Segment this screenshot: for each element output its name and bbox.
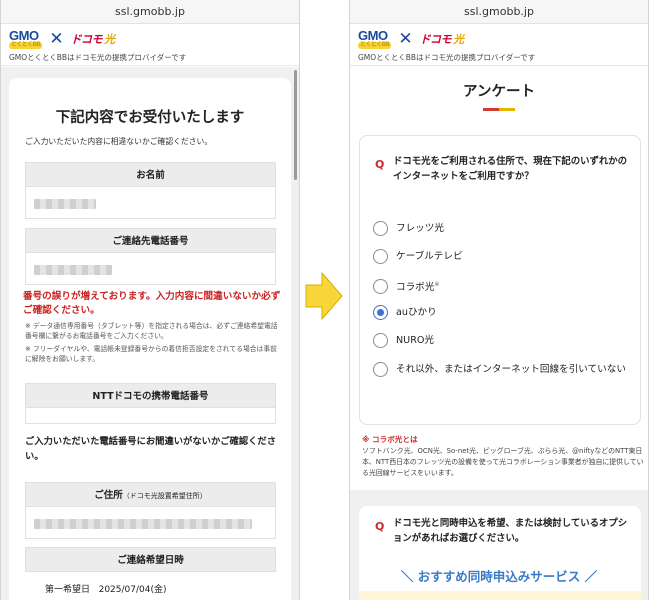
question-1-text: ドコモ光をご利用される住所で、現在下記のいずれかのインターネットをご利用ですか？ [393, 156, 628, 182]
hikari-logo: 光 [453, 33, 465, 46]
blurred-address [34, 519, 252, 529]
site-header: GMO とくとくBB ✕ ドコモ 光 GMOとくとくBBはドコモ光の提携プロバイダ… [1, 24, 299, 66]
gmo-logo: GMO とくとくBB [358, 27, 392, 49]
name-label: お名前 [25, 162, 276, 187]
note-data-number: ※ データ通信専用番号（タブレット等）を指定される場合は、必ずご連絡希望電話番号… [25, 322, 278, 340]
address-value [25, 507, 276, 539]
hikari-logo: 光 [104, 33, 116, 46]
times-icon: ✕ [398, 29, 413, 49]
radio-icon[interactable] [373, 249, 388, 264]
date-label: ご連絡希望日時 [25, 547, 276, 572]
collab-footnote-text: ソフトバンク光、OCN光、So-net光、ビッグローブ光、ぷらら光、@nifty… [362, 447, 644, 477]
site-header: GMO とくとくBB ✕ ドコモ 光 GMOとくとくBBはドコモ光の提携プロバイダ… [350, 24, 648, 66]
address-label: ご住所（ドコモ光設置希望住所） [25, 482, 276, 507]
option-nuro[interactable]: NURO光 [373, 333, 635, 348]
docomo-phone-label: NTTドコモの携帯電話番号 [25, 383, 276, 408]
first-date-value: 2025/07/04(金) [98, 585, 167, 595]
phone-value [25, 253, 276, 285]
option-other[interactable]: それ以外、またはインターネット回線を引いていない [373, 362, 635, 377]
blurred-name [34, 199, 96, 209]
logo-group[interactable]: GMO とくとくBB ✕ ドコモ 光 [358, 27, 465, 49]
recommend-strip [359, 591, 641, 600]
radio-icon[interactable] [373, 333, 388, 348]
radio-icon[interactable] [373, 362, 388, 377]
radio-icon[interactable] [373, 221, 388, 236]
collab-footnote-title: ※ コラボ光とは [362, 435, 418, 444]
url-bar[interactable]: ssl.gmobb.jp [1, 0, 299, 24]
first-date-row: 第一希望日 2025/07/04(金) [45, 585, 167, 595]
phone-confirm-text: ご入力いただいた電話番号にお間違いがないかご確認ください。 [25, 436, 277, 462]
header-tagline: GMOとくとくBBはドコモ光の提携プロバイダーです [358, 53, 536, 62]
survey-title: アンケート [463, 84, 535, 100]
right-screen: ssl.gmobb.jp GMO とくとくBB ✕ ドコモ 光 GMOとくとくBB… [349, 0, 649, 600]
name-value [25, 187, 276, 219]
docomo-phone-value [25, 408, 276, 424]
docomo-logo: ドコモ [70, 33, 103, 46]
logo-group[interactable]: GMO とくとくBB ✕ ドコモ 光 [9, 27, 116, 49]
question-mark-icon: Q [375, 158, 385, 171]
address-sublabel: （ドコモ光設置希望住所） [122, 492, 207, 500]
option-au-hikari[interactable]: auひかり [373, 305, 635, 320]
phone-label: ご連絡先電話番号 [25, 228, 276, 253]
option-flets[interactable]: フレッツ光 [373, 221, 635, 236]
blurred-phone [34, 265, 112, 275]
phone-warning: 番号の誤りが増えております。入力内容に間違いないか必ずご確認ください。 [23, 291, 281, 316]
question-mark-icon: Q [375, 520, 385, 533]
option-collab[interactable]: コラボ光※ [373, 277, 635, 295]
gmo-logo: GMO とくとくBB [9, 27, 43, 49]
docomo-logo: ドコモ [419, 33, 452, 46]
times-icon: ✕ [49, 29, 64, 49]
question-2-text: ドコモ光と同時申込を希望、または検討しているオプションがあればお選びください。 [393, 518, 628, 544]
left-screen: ssl.gmobb.jp GMO とくとくBB ✕ ドコモ 光 GMOとくとくBB… [0, 0, 300, 600]
recommend-title: ＼ おすすめ同時申込みサービス ／ [400, 569, 598, 584]
radio-icon[interactable] [373, 278, 388, 294]
page-subtitle: ご入力いただいた内容に相違ないかご確認ください。 [25, 137, 213, 146]
option-catv[interactable]: ケーブルテレビ [373, 249, 635, 264]
header-tagline: GMOとくとくBBはドコモ光の提携プロバイダーです [9, 53, 187, 62]
note-call-block: ※ フリーダイヤルや、電話帳未登録番号からの着信拒否設定をされてる場合は事前に解… [25, 345, 277, 363]
page-title: 下記内容でお受付いたします [55, 110, 245, 126]
title-underline [483, 108, 515, 111]
right-arrow-icon [305, 271, 343, 321]
radio-icon[interactable] [373, 305, 388, 320]
url-bar[interactable]: ssl.gmobb.jp [350, 0, 648, 24]
